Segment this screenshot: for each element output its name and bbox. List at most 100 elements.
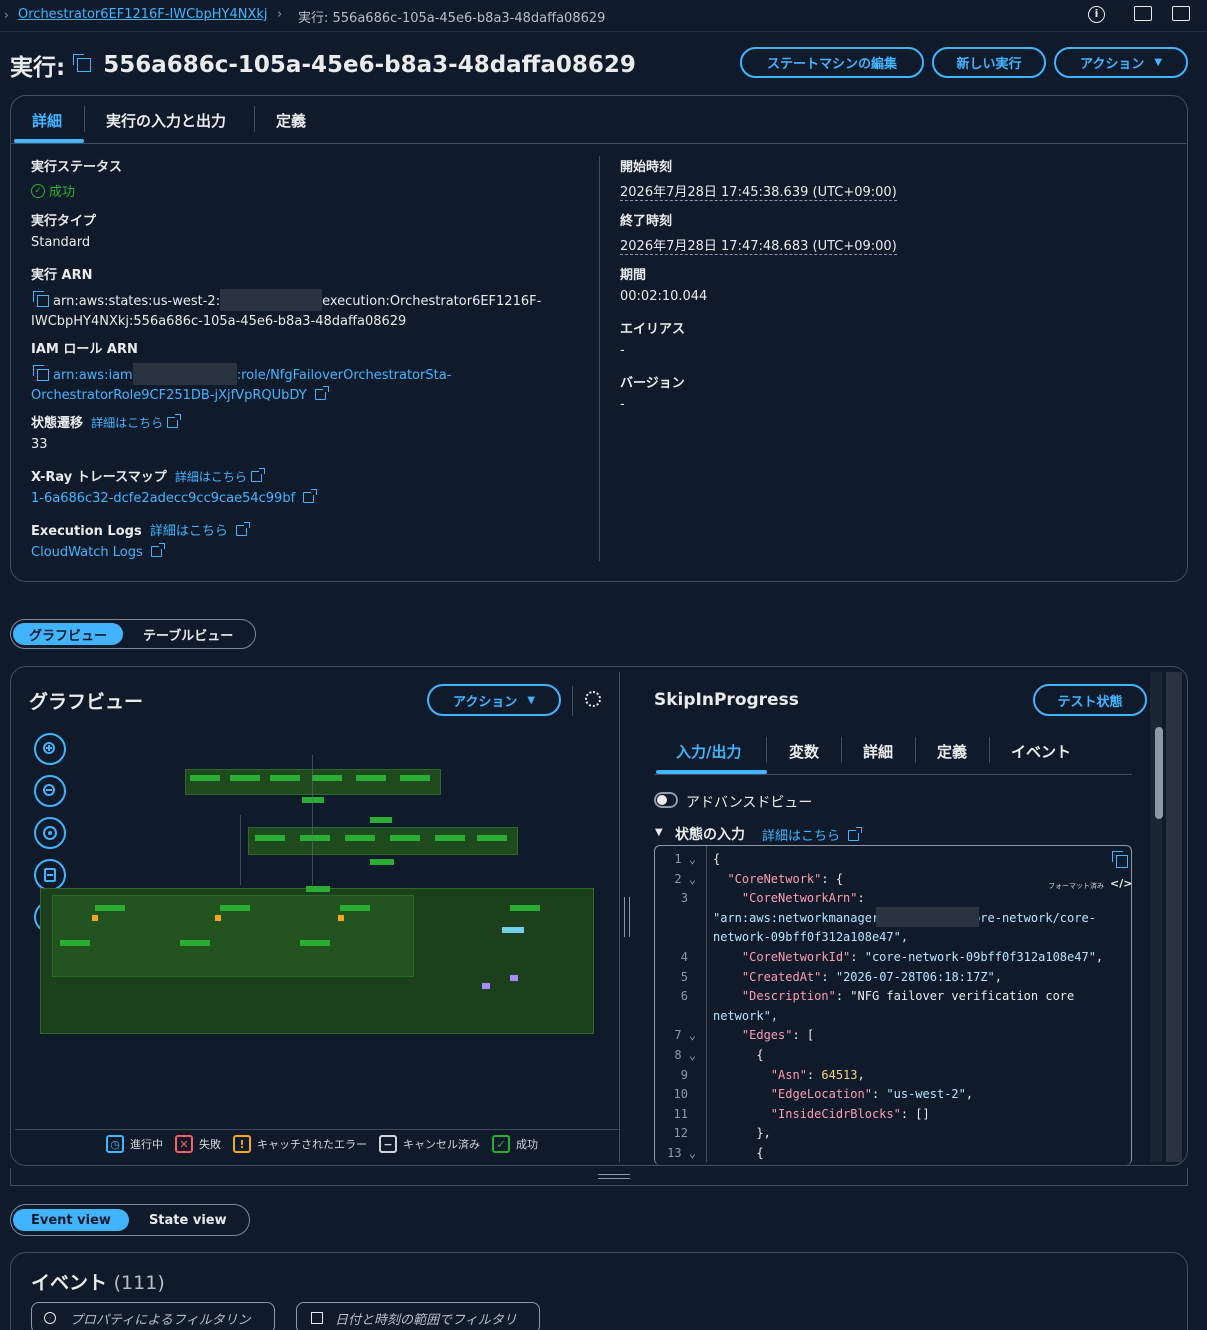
legend-label: キャンセル済み (403, 1138, 480, 1151)
panel-splitter[interactable] (619, 672, 620, 1162)
legend-divider (15, 1129, 619, 1130)
graph-node (370, 817, 392, 823)
copy-arn-icon[interactable] (33, 291, 49, 307)
breadcrumb-parent-link[interactable]: Orchestrator6EF1216F-IWCbpHY4NXkj (18, 7, 268, 22)
logs-value: CloudWatch Logs (31, 545, 143, 560)
tab-divider (254, 106, 255, 132)
events-title: イベント (111) (31, 1268, 165, 1295)
state-tab-divider (841, 737, 842, 763)
legend-label: 進行中 (130, 1138, 163, 1151)
code-line: }, (713, 1126, 771, 1141)
settings-gear-icon[interactable] (585, 691, 601, 707)
graph-node (338, 915, 344, 921)
date-filter-placeholder: 日付と時刻の範囲でフィルタリ (335, 1312, 517, 1328)
tab-input-output[interactable]: 実行の入力と出力 (106, 110, 226, 131)
state-tab-divider (766, 737, 767, 763)
code-gutter-divider (706, 846, 707, 1162)
graph-node (510, 905, 540, 911)
alias-field: エイリアス - (620, 318, 685, 358)
workflow-graph-canvas[interactable] (40, 755, 600, 1045)
state-title: SkipInProgress (654, 690, 799, 710)
events-count: (111) (113, 1272, 165, 1294)
iam-part3: OrchestratorRole9CF251DB-jXjfVpRQUbDY (31, 388, 307, 403)
state-tab-definition[interactable]: 定義 (937, 741, 967, 762)
alias-label: エイリアス (620, 322, 686, 337)
tab-details[interactable]: 詳細 (32, 110, 62, 131)
graph-node (215, 915, 221, 921)
external-link-icon (150, 543, 165, 557)
splitter-handle-icon[interactable] (624, 897, 630, 937)
copy-icon[interactable] (73, 54, 92, 72)
graph-node (180, 940, 210, 946)
table-view-toggle[interactable]: テーブルビュー (123, 623, 253, 645)
logs-field: Execution Logs 詳細はこちら CloudWatch Logs (31, 520, 250, 560)
copy-code-icon[interactable] (1112, 851, 1128, 868)
xray-learn-more-link[interactable]: 詳細はこちら (175, 468, 265, 484)
code-line: { (713, 1048, 764, 1062)
state-scrollbar-thumb[interactable] (1155, 727, 1163, 819)
view-toggle: グラフビュー テーブルビュー (10, 619, 257, 649)
state-tab-events[interactable]: イベント (1011, 741, 1071, 762)
graph-view-toggle[interactable]: グラフビュー (13, 623, 124, 645)
state-tab-variables[interactable]: 変数 (789, 741, 819, 762)
start-field: 開始時刻 2026年7月28日 17:45:38.639 (UTC+09:00) (620, 156, 897, 201)
version-label: バージョン (620, 376, 685, 391)
state-input-title: 状態の入力 (675, 827, 745, 843)
tab-definition[interactable]: 定義 (276, 110, 306, 131)
end-field: 終了時刻 2026年7月28日 17:47:48.683 (UTC+09:00) (620, 210, 897, 255)
copy-iam-icon[interactable] (33, 365, 49, 381)
graph-actions-label: アクション (452, 694, 518, 710)
code-line: network-09bff0f312a108e47", (713, 930, 909, 945)
graph-node (60, 940, 90, 946)
graph-group-top (185, 769, 441, 795)
outer-scrollbar[interactable] (1166, 672, 1182, 1162)
test-state-button[interactable]: テスト状態 (1033, 684, 1147, 716)
code-line-number: 7 ⌄ (674, 1028, 696, 1043)
state-tabs-border (654, 774, 1132, 775)
legend-status-icon: ◷ (106, 1135, 124, 1153)
graph-node (356, 775, 386, 781)
page-title-id: 556a686c-105a-45e6-b8a3-48daffa08629 (103, 52, 636, 78)
info-icon[interactable]: i (1088, 6, 1105, 23)
legend: ◷ 進行中 ✕ 失敗! キャッチされたエラー − キャンセル済み ✓ 成功 (106, 1135, 550, 1153)
external-link-icon (848, 827, 863, 841)
logs-learn-more-link[interactable]: 詳細はこちら (149, 522, 250, 539)
end-label: 終了時刻 (620, 214, 673, 229)
graph-actions-button[interactable]: アクション ▼ (427, 684, 561, 716)
cloudwatch-logs-link[interactable]: CloudWatch Logs (31, 543, 247, 560)
learn-more-text: 詳細はこちら (149, 524, 228, 539)
advanced-view-toggle[interactable] (654, 792, 678, 808)
transitions-learn-more-link[interactable]: 詳細はこちら (91, 414, 182, 430)
status-value: ✓ 成功 (31, 181, 122, 200)
edit-state-machine-button[interactable]: ステートマシンの編集 (740, 47, 924, 78)
event-view-toggle-group: Event view State view (10, 1204, 250, 1236)
iam-role-link[interactable]: arn:aws:iam:role/NfgFailoverOrchestrator… (31, 363, 451, 403)
feedback-icon[interactable] (1134, 6, 1152, 21)
new-execution-button[interactable]: 新しい実行 (932, 47, 1046, 78)
resize-handle-icon[interactable] (598, 1174, 630, 1179)
graph-node (302, 797, 324, 803)
event-view-toggle[interactable]: Event view (13, 1209, 129, 1231)
legend-item: ◷ 進行中 (106, 1135, 163, 1153)
screen-icon[interactable] (1172, 6, 1190, 21)
caret-down-icon[interactable]: ▼ (655, 827, 663, 838)
state-tab-details[interactable]: 詳細 (863, 741, 893, 762)
arn-part2: execution:Orchestrator6EF1216F- (322, 294, 542, 309)
legend-item: − キャンセル済み (379, 1135, 480, 1153)
version-value: - (620, 397, 625, 412)
code-line-number: 6 (680, 989, 688, 1004)
xray-trace-link[interactable]: 1-6a686c32-dcfe2adecc9cc9cae54c99bf (31, 489, 318, 506)
actions-button[interactable]: アクション ▼ (1054, 47, 1188, 78)
code-line-number: 5 (680, 969, 688, 984)
external-link-icon (235, 522, 250, 536)
graph-connector (240, 815, 241, 885)
property-filter-input[interactable]: プロパティによるフィルタリン (31, 1302, 275, 1330)
graph-node (510, 975, 518, 981)
state-input-learn-more-link[interactable]: 詳細はこちら (762, 825, 863, 844)
code-format-icon[interactable]: </> (1110, 877, 1132, 890)
external-link-icon (167, 414, 182, 428)
alias-value: - (620, 343, 625, 358)
state-view-toggle[interactable]: State view (129, 1209, 247, 1231)
state-tab-io[interactable]: 入力/出力 (676, 741, 741, 762)
date-filter-input[interactable]: 日付と時刻の範囲でフィルタリ (296, 1302, 540, 1330)
